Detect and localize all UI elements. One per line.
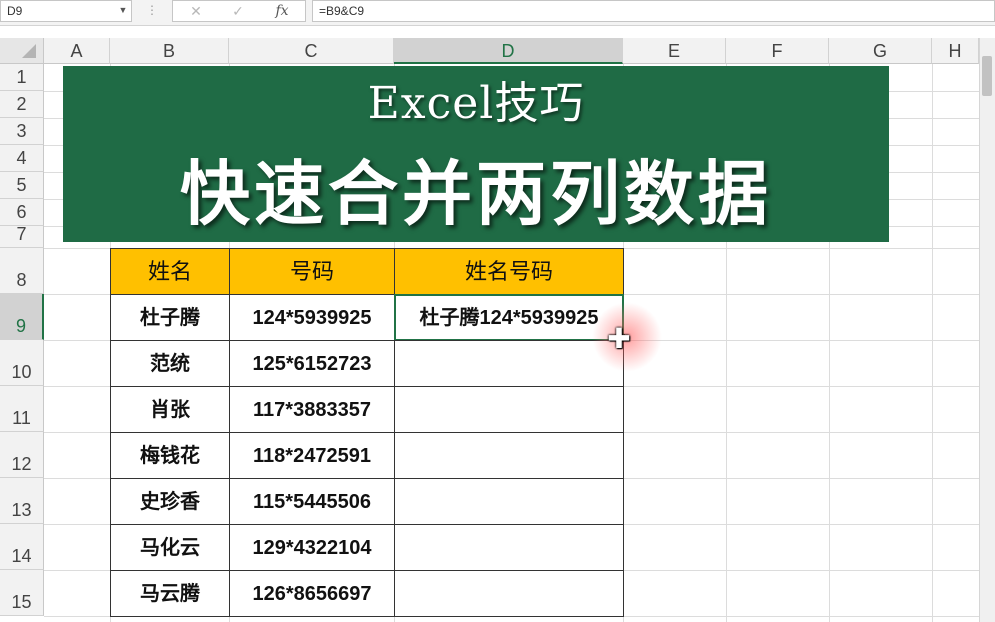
row-header-13[interactable]: 13	[0, 478, 44, 524]
column-header-c[interactable]: C	[229, 38, 394, 64]
table-cell-number[interactable]: 115*5445506	[229, 478, 395, 525]
table-cell-combined[interactable]	[394, 478, 624, 525]
table-cell-name[interactable]: 史珍香	[110, 478, 230, 525]
table-header-name[interactable]: 姓名	[110, 248, 230, 295]
table-cell-number[interactable]: 118*2472591	[229, 432, 395, 479]
table-header-number[interactable]: 号码	[229, 248, 395, 295]
table-cell-name[interactable]: 范统	[110, 340, 230, 387]
row-header-12[interactable]: 12	[0, 432, 44, 478]
gridline	[932, 64, 933, 622]
cancel-icon[interactable]: ✕	[181, 1, 211, 21]
scrollbar-thumb[interactable]	[982, 56, 992, 96]
row-header-5[interactable]: 5	[0, 172, 44, 199]
vertical-scrollbar[interactable]	[979, 38, 995, 622]
table-cell-combined[interactable]	[394, 340, 624, 387]
select-all-icon	[22, 44, 36, 58]
table-cell-name[interactable]: 肖张	[110, 386, 230, 433]
column-header-g[interactable]: G	[829, 38, 932, 64]
row-header-11[interactable]: 11	[0, 386, 44, 432]
insert-function-icon[interactable]: fx	[267, 1, 297, 21]
table-cell-name[interactable]: 梅钱花	[110, 432, 230, 479]
formula-buttons: ✕ ✓ fx	[172, 0, 306, 22]
row-header-14[interactable]: 14	[0, 524, 44, 570]
column-header-d[interactable]: D	[394, 38, 623, 64]
table-cell-name[interactable]: 杜子腾	[110, 294, 230, 341]
table-cell-number[interactable]: 126*8656697	[229, 570, 395, 617]
banner-subtitle: Excel技巧	[367, 78, 585, 129]
column-header-b[interactable]: B	[110, 38, 229, 64]
table-cell-number[interactable]: 124*5939925	[229, 294, 395, 341]
table-cell-combined[interactable]	[394, 570, 624, 617]
table-cell-name[interactable]: 马化云	[110, 524, 230, 571]
fill-cross-cursor-icon: ✚	[607, 323, 631, 354]
row-header-4[interactable]: 4	[0, 145, 44, 172]
table-cell-number[interactable]: 129*4322104	[229, 524, 395, 571]
table-cell-name[interactable]: 马云腾	[110, 570, 230, 617]
chevron-down-icon[interactable]: ▼	[116, 0, 130, 20]
table-header-combined[interactable]: 姓名号码	[394, 248, 624, 295]
row-header-8[interactable]: 8	[0, 248, 44, 294]
table-cell-combined[interactable]	[394, 386, 624, 433]
enter-icon[interactable]: ✓	[223, 1, 253, 21]
row-header-15[interactable]: 15	[0, 570, 44, 616]
row-header-7[interactable]: 7	[0, 224, 44, 248]
column-header-f[interactable]: F	[726, 38, 829, 64]
row-header-6[interactable]: 6	[0, 199, 44, 226]
row-header-3[interactable]: 3	[0, 118, 44, 145]
table-cell-combined[interactable]	[394, 432, 624, 479]
formula-input[interactable]: =B9&C9	[312, 0, 995, 22]
name-box[interactable]: D9	[0, 0, 132, 22]
row-header-1[interactable]: 1	[0, 64, 44, 91]
banner-title: 快速合并两列数据	[180, 153, 772, 235]
row-header-10[interactable]: 10	[0, 340, 44, 386]
active-cell-d9[interactable]: 杜子腾124*5939925	[394, 294, 624, 341]
table-cell-combined[interactable]	[394, 524, 624, 571]
column-header-a[interactable]: A	[44, 38, 110, 64]
more-options-icon[interactable]: ⋮	[146, 0, 158, 22]
column-header-e[interactable]: E	[623, 38, 726, 64]
table-cell-number[interactable]: 117*3883357	[229, 386, 395, 433]
table-cell-number[interactable]: 125*6152723	[229, 340, 395, 387]
column-header-h[interactable]: H	[932, 38, 979, 64]
row-header-2[interactable]: 2	[0, 91, 44, 118]
row-header-9[interactable]: 9	[0, 294, 44, 340]
